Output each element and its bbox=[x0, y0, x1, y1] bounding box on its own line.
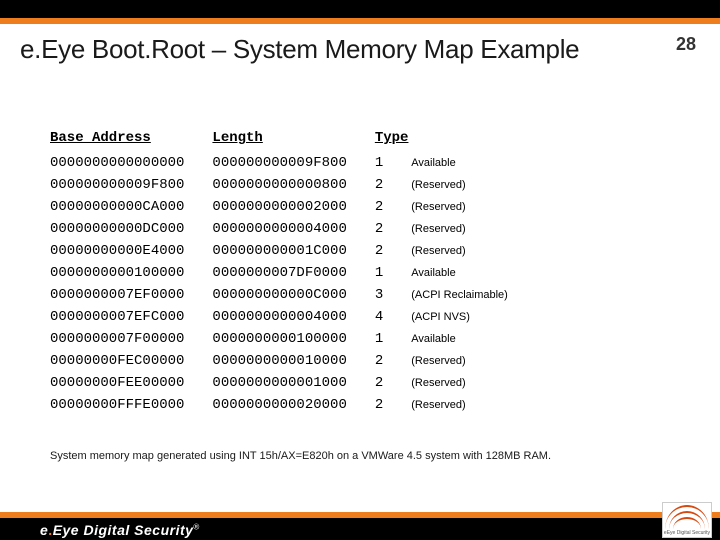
cell-length: 000000000000C000 bbox=[212, 284, 374, 306]
cell-type-label: (Reserved) bbox=[411, 350, 536, 372]
cell-base: 0000000007EF0000 bbox=[50, 284, 212, 306]
page-title: e.Eye Boot.Root – System Memory Map Exam… bbox=[20, 34, 579, 65]
cell-type-code: 2 bbox=[375, 394, 411, 416]
table-row: 0000000007F0000000000000001000001Availab… bbox=[50, 328, 536, 350]
memory-map-table: Base Address Length Type 000000000000000… bbox=[50, 128, 536, 416]
cell-length: 0000000000004000 bbox=[212, 306, 374, 328]
table-row: 000000000009F80000000000000008002(Reserv… bbox=[50, 174, 536, 196]
top-orange-bar bbox=[0, 18, 720, 24]
cell-type-label: (Reserved) bbox=[411, 394, 536, 416]
cell-base: 000000000009F800 bbox=[50, 174, 212, 196]
col-base-header: Base Address bbox=[50, 128, 212, 152]
top-black-bar bbox=[0, 0, 720, 18]
eeye-logo-icon: eEye Digital Security bbox=[662, 502, 712, 538]
table-header-row: Base Address Length Type bbox=[50, 128, 536, 152]
cell-length: 0000000000001000 bbox=[212, 372, 374, 394]
logo-text: eEye Digital Security bbox=[663, 531, 711, 536]
cell-type-label: (ACPI Reclaimable) bbox=[411, 284, 536, 306]
brand-registered-icon: ® bbox=[193, 522, 199, 531]
cell-base: 00000000FFFE0000 bbox=[50, 394, 212, 416]
cell-type-code: 2 bbox=[375, 196, 411, 218]
cell-base: 0000000000100000 bbox=[50, 262, 212, 284]
table-row: 0000000007EF0000000000000000C0003(ACPI R… bbox=[50, 284, 536, 306]
cell-type-code: 3 bbox=[375, 284, 411, 306]
cell-type-code: 1 bbox=[375, 152, 411, 174]
cell-base: 0000000007F00000 bbox=[50, 328, 212, 350]
cell-base: 00000000FEE00000 bbox=[50, 372, 212, 394]
cell-length: 0000000000010000 bbox=[212, 350, 374, 372]
cell-type-code: 2 bbox=[375, 218, 411, 240]
table-row: 0000000000000000000000000009F8001Availab… bbox=[50, 152, 536, 174]
cell-base: 00000000000CA000 bbox=[50, 196, 212, 218]
cell-length: 0000000000100000 bbox=[212, 328, 374, 350]
cell-length: 000000000009F800 bbox=[212, 152, 374, 174]
col-length-header: Length bbox=[212, 128, 374, 152]
caption-text: System memory map generated using INT 15… bbox=[50, 450, 551, 462]
brand-wordmark: e.Eye Digital Security® bbox=[40, 522, 200, 538]
cell-length: 0000000000002000 bbox=[212, 196, 374, 218]
logo-arcs bbox=[665, 505, 709, 527]
table-row: 00000000000E4000000000000001C0002(Reserv… bbox=[50, 240, 536, 262]
cell-length: 000000000001C000 bbox=[212, 240, 374, 262]
table-row: 00000000FEC0000000000000000100002(Reserv… bbox=[50, 350, 536, 372]
cell-base: 00000000000E4000 bbox=[50, 240, 212, 262]
col-type-header: Type bbox=[375, 128, 536, 152]
table-row: 00000000000DC00000000000000040002(Reserv… bbox=[50, 218, 536, 240]
cell-type-code: 4 bbox=[375, 306, 411, 328]
cell-type-label: (Reserved) bbox=[411, 240, 536, 262]
brand-rest: Eye Digital Security bbox=[53, 522, 194, 538]
cell-type-label: (Reserved) bbox=[411, 218, 536, 240]
cell-type-code: 2 bbox=[375, 350, 411, 372]
table-row: 0000000007EFC00000000000000040004(ACPI N… bbox=[50, 306, 536, 328]
cell-base: 00000000000DC000 bbox=[50, 218, 212, 240]
cell-type-code: 2 bbox=[375, 372, 411, 394]
table-row: 00000000001000000000000007DF00001Availab… bbox=[50, 262, 536, 284]
cell-base: 0000000000000000 bbox=[50, 152, 212, 174]
cell-length: 0000000000020000 bbox=[212, 394, 374, 416]
cell-type-label: (Reserved) bbox=[411, 372, 536, 394]
cell-length: 0000000007DF0000 bbox=[212, 262, 374, 284]
cell-type-code: 1 bbox=[375, 262, 411, 284]
table-row: 00000000FFFE000000000000000200002(Reserv… bbox=[50, 394, 536, 416]
cell-type-label: Available bbox=[411, 262, 536, 284]
cell-type-label: Available bbox=[411, 152, 536, 174]
cell-type-code: 1 bbox=[375, 328, 411, 350]
table-row: 00000000FEE0000000000000000010002(Reserv… bbox=[50, 372, 536, 394]
page-number: 28 bbox=[676, 34, 696, 55]
cell-type-label: Available bbox=[411, 328, 536, 350]
cell-type-code: 2 bbox=[375, 174, 411, 196]
cell-base: 00000000FEC00000 bbox=[50, 350, 212, 372]
cell-type-label: (ACPI NVS) bbox=[411, 306, 536, 328]
cell-length: 0000000000004000 bbox=[212, 218, 374, 240]
cell-type-label: (Reserved) bbox=[411, 196, 536, 218]
cell-base: 0000000007EFC000 bbox=[50, 306, 212, 328]
cell-type-code: 2 bbox=[375, 240, 411, 262]
cell-type-label: (Reserved) bbox=[411, 174, 536, 196]
table-row: 00000000000CA00000000000000020002(Reserv… bbox=[50, 196, 536, 218]
cell-length: 0000000000000800 bbox=[212, 174, 374, 196]
